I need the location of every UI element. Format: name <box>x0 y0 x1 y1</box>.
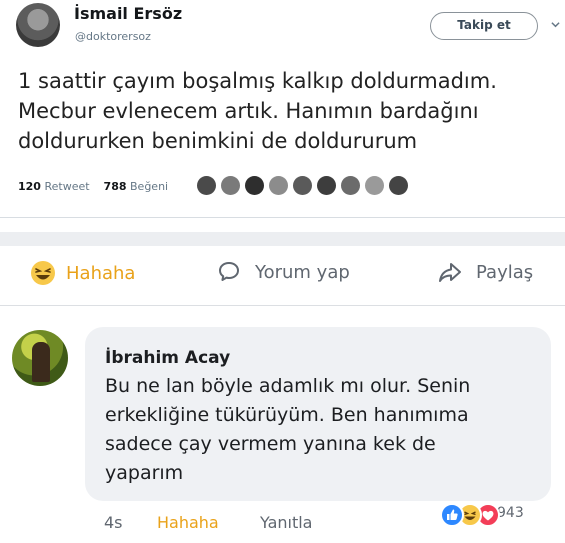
section-gap <box>0 232 565 246</box>
comment-text: Bu ne lan böyle adamlık mı olur. Senin e… <box>105 372 545 488</box>
comment-button[interactable]: Yorum yap <box>217 260 350 284</box>
share-arrow-icon <box>439 263 461 282</box>
chevron-down-icon[interactable] <box>551 20 560 29</box>
liker-avatar[interactable] <box>197 176 216 195</box>
post-actions-bar: Hahaha Yorum yap Paylaş <box>0 246 565 298</box>
liker-avatar[interactable] <box>341 176 360 195</box>
liker-avatar[interactable] <box>317 176 336 195</box>
tweet-text-line: 1 saattir çayım boşalmış kalkıp doldurma… <box>18 69 497 93</box>
comment-timestamp[interactable]: 4s <box>104 513 123 532</box>
haha-reaction-button[interactable]: Hahaha <box>30 260 135 286</box>
tweet-text-line: doldururken benimkini de doldururum <box>18 129 418 153</box>
comment-text-line: erkekliğine tükürüyüm. Ben hanımıma <box>105 404 469 426</box>
commenter-name[interactable]: İbrahim Acay <box>105 348 230 368</box>
liker-avatar[interactable] <box>269 176 288 195</box>
comment-haha-button[interactable]: Hahaha <box>157 513 219 532</box>
like-count[interactable]: 788 <box>104 180 127 193</box>
like-label[interactable]: Beğeni <box>130 180 168 193</box>
comment-text-line: yaparım <box>105 462 184 484</box>
divider <box>0 305 565 306</box>
haha-emoji-icon <box>31 261 55 285</box>
liker-avatar[interactable] <box>389 176 408 195</box>
tweet-stats: 120 Retweet 788 Beğeni <box>18 180 168 193</box>
haha-label: Hahaha <box>66 262 136 284</box>
liker-avatar[interactable] <box>293 176 312 195</box>
avatar[interactable] <box>16 3 60 47</box>
share-label: Paylaş <box>476 261 534 283</box>
tweet-author-handle[interactable]: @doktorersoz <box>75 30 151 43</box>
divider <box>0 217 565 218</box>
comment-text-line: sadece çay vermem yanına kek de <box>105 433 436 455</box>
tweet-text: 1 saattir çayım boşalmış kalkıp doldurma… <box>18 66 558 156</box>
comment-reactions[interactable] <box>440 503 500 527</box>
tweet-card: İsmail Ersöz @doktorersoz Takip et 1 saa… <box>0 0 565 232</box>
comment-text-line: Bu ne lan böyle adamlık mı olur. Senin <box>105 375 471 397</box>
liker-avatars <box>197 176 437 198</box>
follow-button[interactable]: Takip et <box>430 12 538 40</box>
liker-avatar[interactable] <box>221 176 240 195</box>
tweet-text-line: Mecbur evlenecem artık. Hanımın bardağın… <box>18 99 479 123</box>
commenter-avatar[interactable] <box>12 330 68 386</box>
speech-bubble-icon <box>219 262 239 281</box>
tweet-author-name[interactable]: İsmail Ersöz <box>74 4 182 23</box>
comment-label: Yorum yap <box>255 261 350 283</box>
liker-avatar[interactable] <box>245 176 264 195</box>
liker-avatar[interactable] <box>365 176 384 195</box>
share-button[interactable]: Paylaş <box>438 260 533 284</box>
retweet-label[interactable]: Retweet <box>44 180 89 193</box>
retweet-count[interactable]: 120 <box>18 180 41 193</box>
reply-button[interactable]: Yanıtla <box>260 513 312 532</box>
thumbs-up-icon <box>440 503 464 527</box>
reaction-count[interactable]: 943 <box>497 505 524 521</box>
